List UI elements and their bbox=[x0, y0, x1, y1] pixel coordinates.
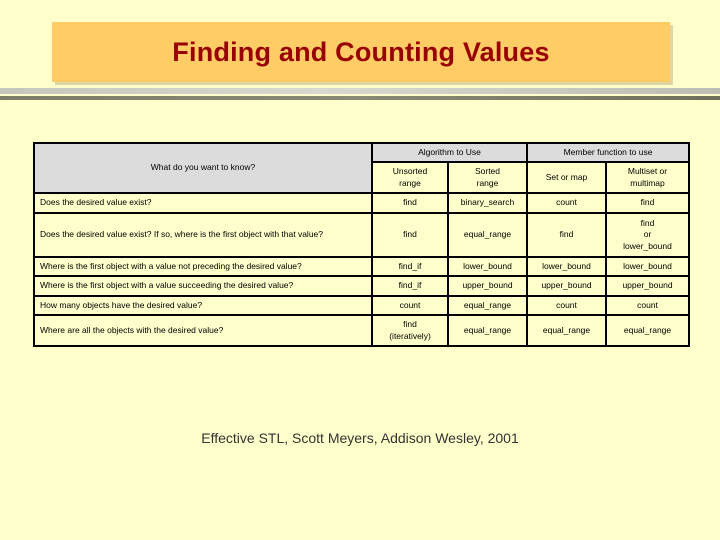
table-header-row-group: What do you want to know? Algorithm to U… bbox=[33, 141, 691, 195]
cell-sorted-range: upper_bound bbox=[447, 275, 528, 297]
cell-set-or-map: equal_range bbox=[526, 314, 607, 348]
cell-multiset-or-multimap: find bbox=[604, 192, 691, 214]
table-row: Where are all the objects with the desir… bbox=[33, 314, 691, 348]
title-banner: Finding and Counting Values bbox=[52, 22, 670, 82]
page-title: Finding and Counting Values bbox=[172, 36, 550, 67]
cell-question: Where is the first object with a value n… bbox=[33, 255, 373, 278]
source-citation: Effective STL, Scott Meyers, Addison Wes… bbox=[201, 430, 519, 446]
cell-multiset-or-multimap: upper_bound bbox=[604, 275, 691, 297]
table-row: How many objects have the desired value?… bbox=[33, 294, 691, 317]
table-header: What do you want to know? Algorithm to U… bbox=[33, 141, 691, 195]
column-header-sorted-range: Sorted range bbox=[447, 161, 528, 195]
cell-set-or-map: lower_bound bbox=[526, 255, 607, 278]
table-row: Does the desired value exist? find binary_… bbox=[33, 192, 691, 214]
finding-counting-values-table: What do you want to know? Algorithm to U… bbox=[33, 141, 691, 348]
cell-unsorted-range: find bbox=[371, 211, 449, 258]
column-header-algorithm: Algorithm to Use bbox=[371, 141, 528, 164]
cell-sorted-range: equal_range bbox=[447, 314, 528, 348]
cell-set-or-map: count bbox=[526, 192, 607, 214]
cell-multiset-or-multimap: find or lower_bound bbox=[604, 211, 691, 258]
column-header-question: What do you want to know? bbox=[33, 141, 373, 195]
cell-set-or-map: find bbox=[526, 211, 607, 258]
column-header-unsorted-range: Unsorted range bbox=[371, 161, 449, 195]
divider-band-dark bbox=[0, 96, 720, 100]
cell-question: Does the desired value exist? bbox=[33, 192, 373, 214]
table-row: Where is the first object with a value s… bbox=[33, 275, 691, 297]
cell-unsorted-range: find_if bbox=[371, 255, 449, 278]
table-row: Does the desired value exist? If so, whe… bbox=[33, 211, 691, 258]
cell-sorted-range: equal_range bbox=[447, 294, 528, 317]
cell-set-or-map: upper_bound bbox=[526, 275, 607, 297]
cell-multiset-or-multimap: lower_bound bbox=[604, 255, 691, 278]
cell-sorted-range: binary_search bbox=[447, 192, 528, 214]
cell-unsorted-range: count bbox=[371, 294, 449, 317]
cell-unsorted-range: find (iteratively) bbox=[371, 314, 449, 348]
cell-question: How many objects have the desired value? bbox=[33, 294, 373, 317]
cell-unsorted-range: find_if bbox=[371, 275, 449, 297]
column-header-multiset-or-multimap: Multiset or multimap bbox=[604, 161, 691, 195]
header-divider bbox=[0, 88, 720, 102]
cell-question: Where is the first object with a value s… bbox=[33, 275, 373, 297]
column-header-member-function: Member function to use bbox=[525, 141, 691, 164]
cell-sorted-range: lower_bound bbox=[447, 255, 528, 278]
cell-multiset-or-multimap: count bbox=[604, 294, 691, 317]
cell-unsorted-range: find bbox=[371, 192, 449, 214]
table-body: Does the desired value exist? find binary_… bbox=[33, 192, 691, 348]
cell-question: Where are all the objects with the desir… bbox=[33, 314, 373, 348]
cell-multiset-or-multimap: equal_range bbox=[604, 314, 691, 348]
column-header-set-or-map: Set or map bbox=[526, 161, 607, 195]
table-row: Where is the first object with a value n… bbox=[33, 255, 691, 278]
cell-sorted-range: equal_range bbox=[447, 211, 528, 258]
cell-set-or-map: count bbox=[526, 294, 607, 317]
cell-question: Does the desired value exist? If so, whe… bbox=[33, 211, 373, 258]
